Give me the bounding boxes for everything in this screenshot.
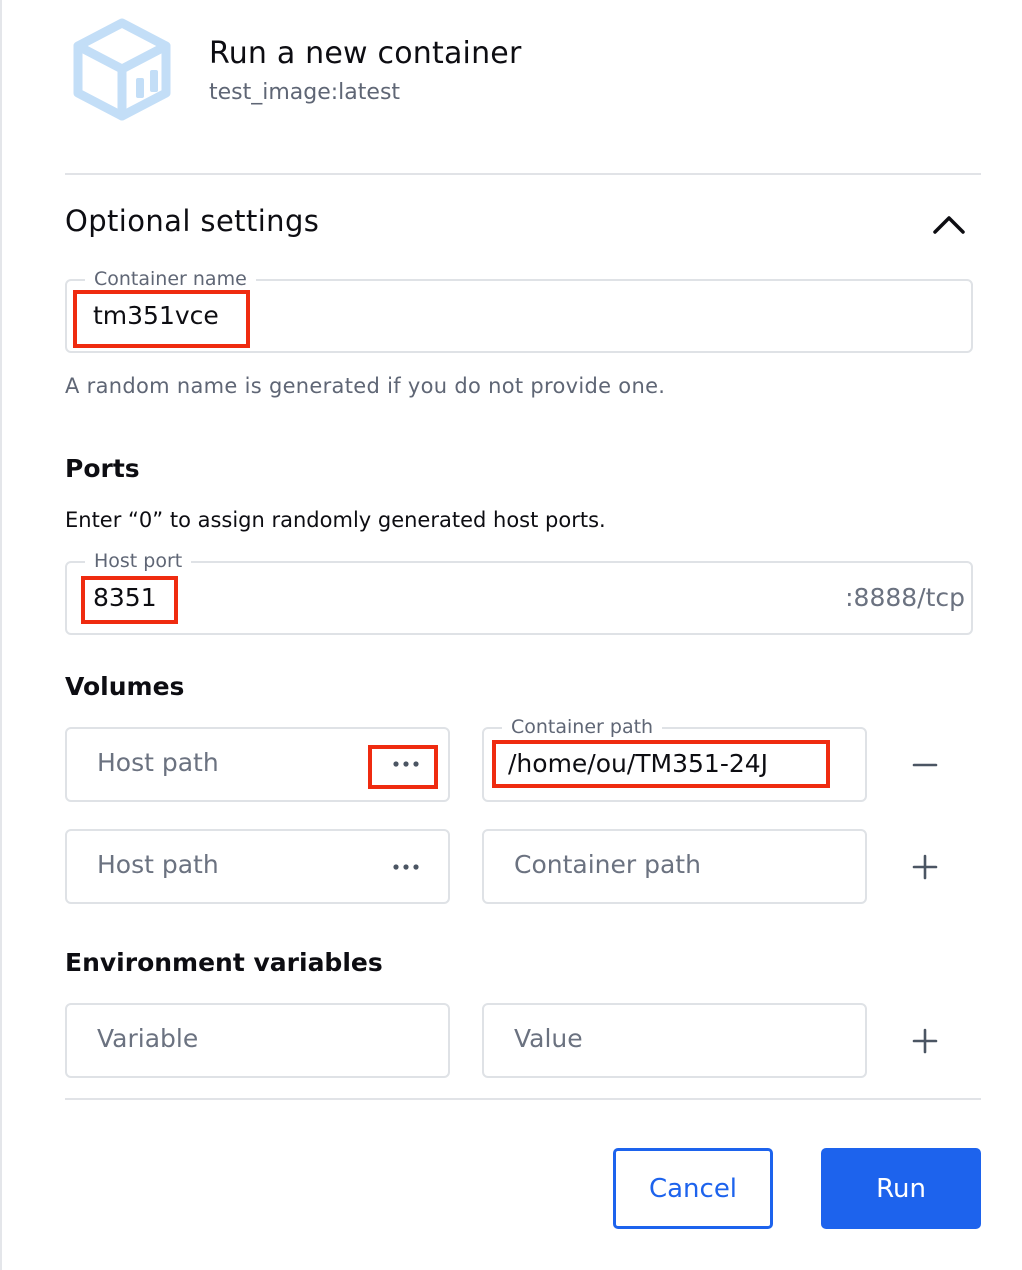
minus-icon[interactable] bbox=[911, 751, 939, 779]
variable-placeholder: Variable bbox=[97, 1024, 199, 1053]
container-path-label: Container path bbox=[502, 715, 663, 739]
variable-input[interactable]: Variable bbox=[65, 1003, 450, 1078]
container-path-input[interactable]: Container path /home/ou/TM351-24J bbox=[482, 715, 867, 802]
container-cube-icon bbox=[73, 18, 171, 121]
container-name-helper: A random name is generated if you do not… bbox=[65, 374, 666, 398]
host-path-placeholder-2: Host path bbox=[97, 850, 219, 879]
header-divider bbox=[65, 173, 981, 175]
dialog-title: Run a new container bbox=[209, 36, 522, 71]
host-port-value[interactable]: 8351 bbox=[93, 583, 157, 613]
environment-variables-heading: Environment variables bbox=[65, 948, 383, 977]
add-env-plus-icon[interactable] bbox=[911, 1027, 939, 1055]
host-path-placeholder: Host path bbox=[97, 748, 219, 777]
browse-host-path-icon-2[interactable] bbox=[386, 855, 426, 879]
browse-host-path-icon[interactable] bbox=[386, 752, 426, 776]
container-name-field[interactable]: Container name tm351vce bbox=[65, 267, 973, 353]
value-input[interactable]: Value bbox=[482, 1003, 867, 1078]
ports-heading: Ports bbox=[65, 454, 140, 483]
container-path-placeholder-2: Container path bbox=[514, 850, 701, 879]
image-name: test_image:latest bbox=[209, 80, 401, 105]
volumes-heading: Volumes bbox=[65, 672, 185, 701]
ports-description: Enter “0” to assign randomly generated h… bbox=[65, 508, 606, 532]
plus-icon[interactable] bbox=[911, 853, 939, 881]
optional-settings-heading[interactable]: Optional settings bbox=[65, 204, 319, 238]
value-placeholder: Value bbox=[514, 1024, 583, 1053]
host-port-label: Host port bbox=[85, 549, 192, 573]
container-path-value[interactable]: /home/ou/TM351-24J bbox=[508, 749, 768, 779]
run-button[interactable]: Run bbox=[821, 1148, 981, 1229]
host-port-field[interactable]: Host port 8351 :8888/tcp bbox=[65, 549, 973, 635]
dialog-left-border bbox=[0, 0, 2, 1270]
container-path-input-2[interactable]: Container path bbox=[482, 829, 867, 904]
container-name-label: Container name bbox=[85, 267, 256, 291]
cancel-button[interactable]: Cancel bbox=[613, 1148, 773, 1229]
footer-divider bbox=[65, 1098, 981, 1100]
chevron-up-icon[interactable] bbox=[930, 210, 968, 238]
container-name-value[interactable]: tm351vce bbox=[93, 301, 219, 331]
container-port-label: :8888/tcp bbox=[845, 583, 965, 612]
